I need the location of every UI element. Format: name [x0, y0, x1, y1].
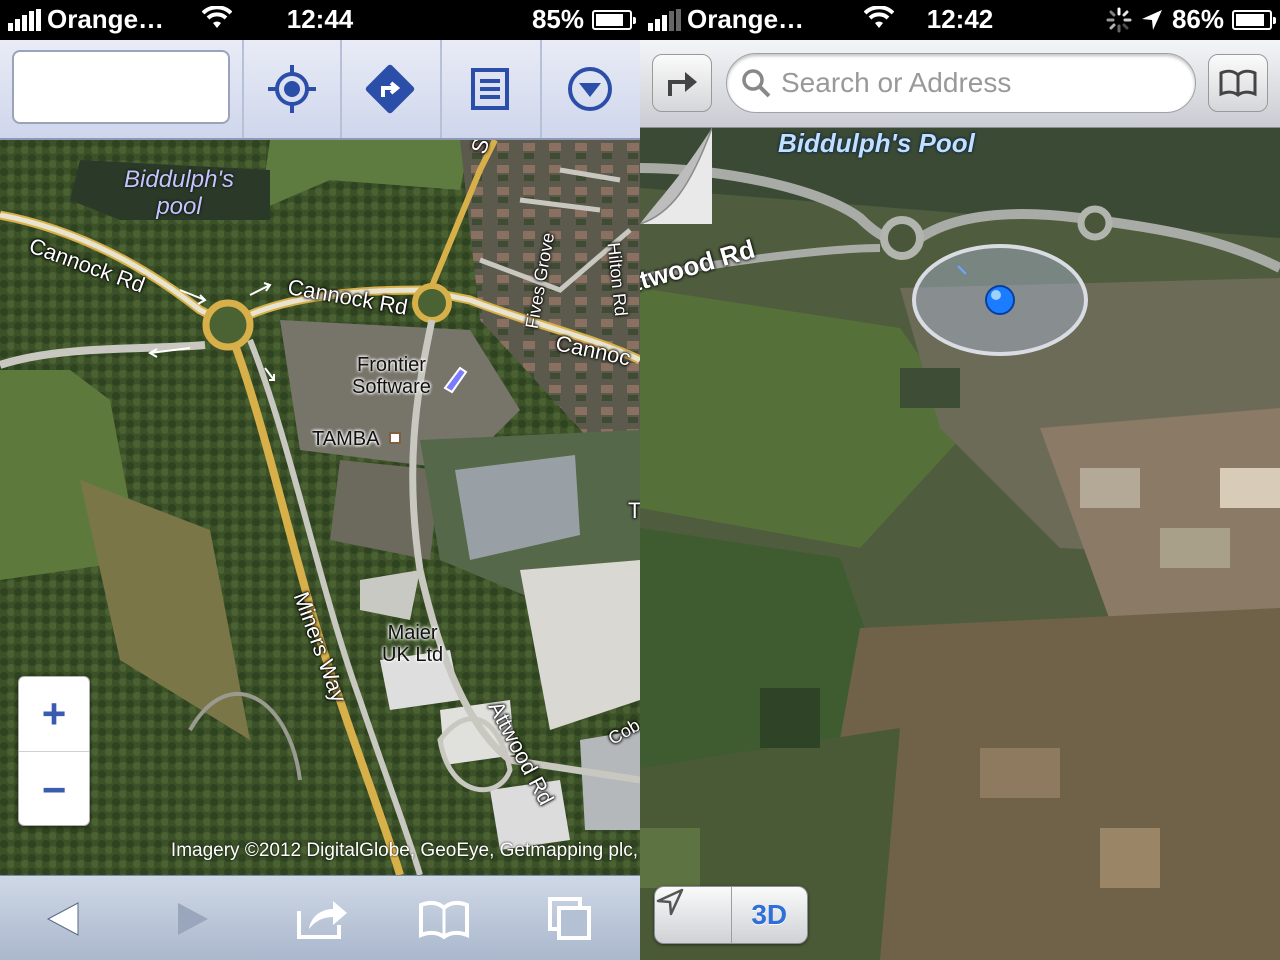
search-field[interactable]	[726, 53, 1196, 113]
location-services-icon	[1141, 9, 1162, 30]
back-icon	[46, 902, 79, 936]
zoom-in-button[interactable]: +	[19, 677, 89, 752]
map-controls: 3D	[654, 886, 808, 944]
business-label-maier[interactable]: Maier UK Ltd	[382, 622, 443, 666]
my-location-icon	[268, 65, 316, 113]
status-bar: Orange… 12:42 86%	[640, 0, 1280, 40]
battery-icon	[1232, 9, 1276, 30]
menu-button[interactable]	[540, 40, 638, 138]
safari-toolbar	[0, 875, 640, 960]
track-location-button[interactable]	[655, 887, 732, 943]
list-button[interactable]	[440, 40, 538, 138]
3d-button[interactable]: 3D	[732, 887, 808, 943]
business-label-tamba[interactable]: TAMBA	[312, 428, 379, 450]
map-attribution: Imagery ©2012 DigitalGlobe, GeoEye, Getm…	[170, 840, 638, 861]
tabs-icon	[548, 897, 591, 940]
forward-icon	[178, 903, 208, 935]
wifi-icon	[864, 6, 894, 28]
forward-button[interactable]	[152, 888, 232, 950]
location-arrow-icon	[656, 888, 684, 916]
status-bar: Orange… 12:44 85%	[0, 0, 640, 40]
google-maps-web-screen: Orange… 12:44 85% Biddulph's pool Cannoc…	[0, 0, 640, 960]
share-button[interactable]	[282, 888, 362, 950]
battery-icon	[592, 9, 636, 30]
back-button[interactable]	[24, 888, 104, 950]
share-icon	[297, 901, 347, 939]
zoom-out-button[interactable]: −	[19, 752, 89, 827]
directions-button[interactable]	[340, 40, 438, 138]
satellite-map[interactable]: Biddulph's pool Cannock Rd Cannock Rd Ca…	[0, 140, 640, 875]
maps-toolbar	[640, 40, 1280, 128]
search-input[interactable]	[781, 67, 1181, 99]
bookmarks-icon	[419, 900, 469, 939]
business-label-frontier[interactable]: Frontier Software	[352, 354, 431, 398]
bookmarks-icon	[1219, 69, 1257, 97]
battery-percent: 85%	[531, 4, 584, 34]
bookmarks-button[interactable]	[404, 888, 484, 950]
tabs-button[interactable]	[530, 888, 610, 950]
ios-maps-screen: Orange… 12:42 86% Search or Address Bidd…	[640, 0, 1280, 960]
battery-percent: 86%	[1171, 4, 1224, 34]
menu-dropdown-icon	[568, 67, 612, 111]
wifi-icon	[202, 6, 232, 28]
road-label-partial: T	[628, 498, 640, 523]
satellite-map[interactable]: Biddulph's Pool ttwood Rd 3D	[640, 128, 1280, 960]
my-location-button[interactable]	[242, 40, 340, 138]
search-icon	[742, 69, 771, 98]
list-icon	[471, 68, 509, 110]
page-curl-icon[interactable]	[640, 128, 712, 224]
activity-spinner-icon	[1106, 7, 1132, 32]
water-label: Biddulph's pool	[124, 166, 234, 220]
bookmarks-button[interactable]	[1208, 54, 1268, 112]
search-input[interactable]	[12, 50, 230, 124]
directions-button[interactable]	[652, 54, 712, 112]
google-toolbar	[0, 40, 640, 140]
water-label: Biddulph's Pool	[778, 128, 975, 158]
directions-icon	[365, 64, 415, 114]
zoom-control: + −	[18, 676, 90, 826]
directions-arrow-icon	[668, 72, 697, 96]
